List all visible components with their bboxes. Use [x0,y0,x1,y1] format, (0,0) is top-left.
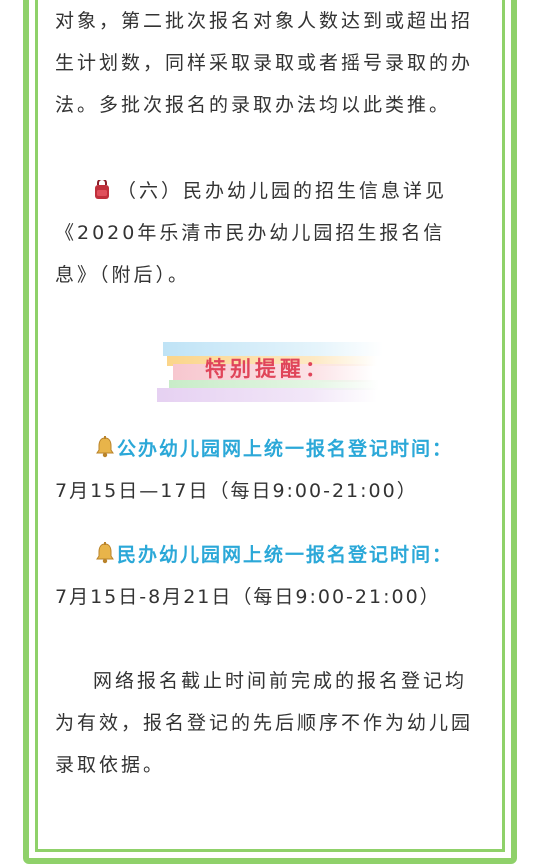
text-line: 息》（附后）。 [55,264,191,286]
text-line: 为有效，报名登记的先后顺序不作为幼儿园 [55,712,474,734]
text-line: 法。多批次报名的录取办法均以此类推。 [55,94,452,116]
text-line: 生计划数，同样采取录取或者摇号录取的办 [55,52,474,74]
text-line: 《2020年乐清市民办幼儿园招生报名信 [55,222,446,244]
text-line: （六）民办幼儿园的招生信息详见 [117,180,448,202]
paragraph-private-info: （六）民办幼儿园的招生信息详见 《2020年乐清市民办幼儿园招生报名信 息》（附… [55,170,485,296]
notice-heading-text: 民办幼儿园网上统一报名登记时间： [117,544,454,566]
paragraph-closing: 网络报名截止时间前完成的报名登记均 为有效，报名登记的先后顺序不作为幼儿园 录取… [55,660,485,786]
text-line-with-icon: （六）民办幼儿园的招生信息详见 [55,170,485,212]
backpack-icon [93,180,111,200]
private-kindergarten-heading: 民办幼儿园网上统一报名登记时间： [55,534,485,576]
public-kindergarten-heading: 公办幼儿园网上统一报名登记时间： [55,428,485,470]
bell-icon [93,435,117,459]
text-line: 网络报名截止时间前完成的报名登记均 [93,670,468,692]
banner-stripe [157,388,377,402]
article-body: 对象，第二批次报名对象人数达到或超出招 生计划数，同样采取录取或者摇号录取的办 … [55,0,485,786]
public-registration-time: 7月15日—17日（每日9:00-21:00） [55,480,418,502]
special-reminder-banner: 特别提醒： [55,336,485,406]
private-registration-time: 7月15日-8月21日（每日9:00-21:00） [55,586,441,608]
text-line: 对象，第二批次报名对象人数达到或超出招 [55,10,474,32]
bell-icon [93,541,117,565]
reminder-title: 特别提醒： [205,357,330,381]
paragraph-lottery: 对象，第二批次报名对象人数达到或超出招 生计划数，同样采取录取或者摇号录取的办 … [55,0,485,126]
text-line: 录取依据。 [55,754,166,776]
notice-heading-text: 公办幼儿园网上统一报名登记时间： [117,438,454,460]
